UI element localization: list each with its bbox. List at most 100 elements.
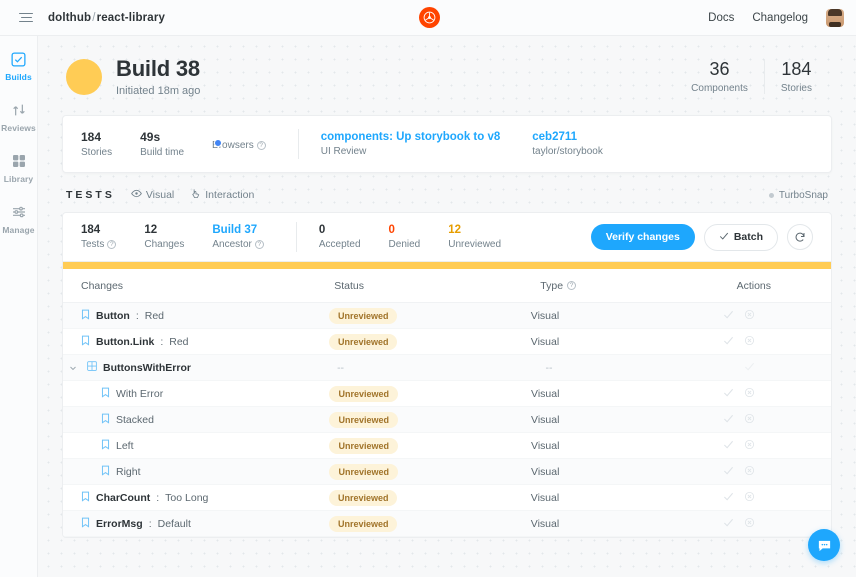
deny-icon[interactable] — [744, 437, 755, 455]
stat-denied-label: Denied — [389, 239, 421, 250]
row-component-name: CharCount — [96, 492, 150, 504]
accept-icon[interactable] — [723, 489, 734, 507]
accept-icon[interactable] — [723, 463, 734, 481]
stat-unreviewed-label: Unreviewed — [448, 239, 501, 250]
row-story-name: Red — [145, 310, 164, 322]
accept-icon[interactable] — [723, 437, 734, 455]
sidebar-item-reviews[interactable]: Reviews — [0, 101, 37, 133]
accept-icon[interactable] — [723, 385, 734, 403]
verify-changes-button[interactable]: Verify changes — [591, 224, 695, 250]
row-name-cell[interactable]: Stacked — [81, 413, 329, 427]
row-type-cell: Visual — [531, 492, 723, 504]
row-status-cell: Unreviewed — [329, 412, 531, 428]
row-name-cell[interactable]: ErrorMsg:Default — [81, 517, 329, 531]
deny-icon[interactable] — [744, 489, 755, 507]
accept-icon[interactable] — [723, 411, 734, 429]
row-name-cell[interactable]: With Error — [81, 387, 329, 401]
stat-ancestor-value[interactable]: Build 37 — [212, 224, 263, 236]
commit-hash-link[interactable]: ceb2711 — [532, 131, 603, 143]
sidebar-item-library[interactable]: Library — [0, 152, 37, 184]
row-status-cell: Unreviewed — [329, 464, 531, 480]
pr-link-block: components: Up storybook to v8 UI Review — [321, 131, 501, 157]
deny-icon[interactable] — [744, 385, 755, 403]
table-row[interactable]: ButtonsWithError---- — [63, 355, 831, 381]
deny-icon[interactable] — [744, 463, 755, 481]
breadcrumb-repo[interactable]: react-library — [97, 12, 165, 24]
turbosnap-label: TurboSnap — [779, 190, 828, 201]
help-icon[interactable]: ? — [255, 240, 264, 249]
row-name-cell[interactable]: ButtonsWithError — [81, 361, 337, 374]
row-story-name: Default — [158, 518, 191, 530]
stat-ancestor[interactable]: Build 37 Ancestor ? — [212, 224, 263, 250]
tests-section-header: TESTS Visual Interaction TurboSnap — [38, 173, 856, 202]
status-badge: Unreviewed — [329, 308, 398, 324]
sidebar-item-builds[interactable]: Builds — [0, 50, 37, 82]
app-root: dolthub/react-library Docs Changelog Bui… — [0, 0, 856, 577]
row-actions-cell — [723, 437, 813, 455]
row-story-name: Red — [169, 336, 188, 348]
accept-icon[interactable] — [723, 515, 734, 533]
table-row[interactable]: Button.Link:RedUnreviewedVisual — [63, 329, 831, 355]
accept-icon[interactable] — [723, 333, 734, 351]
info-stat-buildtime: 49s Build time — [140, 130, 184, 158]
changelog-link[interactable]: Changelog — [752, 12, 808, 24]
info-stat-browsers: Browsers ? — [212, 137, 266, 151]
row-type-cell: Visual — [531, 388, 723, 400]
table-accent-bar — [63, 262, 831, 269]
batch-button[interactable]: Batch — [704, 224, 778, 251]
docs-link[interactable]: Docs — [708, 12, 734, 24]
stat-unreviewed-value: 12 — [448, 224, 501, 236]
row-name-cell[interactable]: Button.Link:Red — [81, 335, 329, 349]
table-row[interactable]: LeftUnreviewedVisual — [63, 433, 831, 459]
row-separator: : — [149, 518, 152, 530]
row-name-cell[interactable]: Left — [81, 439, 329, 453]
help-icon[interactable]: ? — [257, 141, 266, 150]
row-name-cell[interactable]: CharCount:Too Long — [81, 491, 329, 505]
story-icon — [101, 439, 110, 453]
build-title-block: Build 38 Initiated 18m ago — [116, 56, 200, 97]
tests-stats-strip: 184 Tests ? 12 Changes Build 37 Ancestor… — [63, 213, 831, 261]
table-row[interactable]: RightUnreviewedVisual — [63, 459, 831, 485]
stat-components-label: Components — [691, 83, 748, 94]
stat-ancestor-label: Ancestor ? — [212, 239, 263, 250]
table-row[interactable]: With ErrorUnreviewedVisual — [63, 381, 831, 407]
help-icon[interactable]: ? — [107, 240, 116, 249]
chromatic-logo-icon[interactable] — [419, 7, 440, 28]
row-status-cell: -- — [337, 362, 545, 374]
row-actions-cell — [723, 515, 813, 533]
tab-interaction-label: Interaction — [205, 189, 254, 201]
deny-icon[interactable] — [744, 515, 755, 533]
accept-icon[interactable] — [723, 307, 734, 325]
column-header-status: Status — [334, 280, 540, 292]
chat-icon — [817, 538, 832, 553]
row-status-cell: Unreviewed — [329, 334, 531, 350]
tab-visual[interactable]: Visual — [131, 188, 174, 202]
row-name-cell[interactable]: Button:Red — [81, 309, 329, 323]
deny-icon[interactable] — [744, 307, 755, 325]
table-row[interactable]: Button:RedUnreviewedVisual — [63, 303, 831, 329]
row-name-cell[interactable]: Right — [81, 465, 329, 479]
table-row[interactable]: StackedUnreviewedVisual — [63, 407, 831, 433]
turbosnap-icon — [769, 193, 774, 198]
chevron-down-icon[interactable] — [69, 364, 79, 372]
row-type-cell: Visual — [531, 440, 723, 452]
deny-icon[interactable] — [744, 333, 755, 351]
sidebar-item-manage[interactable]: Manage — [0, 203, 37, 235]
avatar[interactable] — [826, 9, 844, 27]
table-row[interactable]: CharCount:Too LongUnreviewedVisual — [63, 485, 831, 511]
pr-title-link[interactable]: components: Up storybook to v8 — [321, 131, 501, 143]
help-icon[interactable]: ? — [567, 281, 576, 290]
divider — [298, 129, 299, 159]
sidebar-rail: Builds Reviews Library Manage — [0, 36, 38, 577]
deny-icon[interactable] — [744, 411, 755, 429]
breadcrumb-org[interactable]: dolthub — [48, 12, 91, 24]
turbosnap-indicator[interactable]: TurboSnap — [769, 190, 828, 201]
breadcrumb[interactable]: dolthub/react-library — [48, 12, 165, 24]
table-row[interactable]: ErrorMsg:DefaultUnreviewedVisual — [63, 511, 831, 537]
accept-icon[interactable] — [744, 359, 755, 377]
tab-interaction[interactable]: Interaction — [190, 188, 254, 202]
refresh-icon[interactable] — [787, 224, 813, 250]
info-buildtime-label: Build time — [140, 147, 184, 158]
hamburger-menu-icon[interactable] — [8, 13, 44, 23]
chat-support-button[interactable] — [808, 529, 840, 561]
